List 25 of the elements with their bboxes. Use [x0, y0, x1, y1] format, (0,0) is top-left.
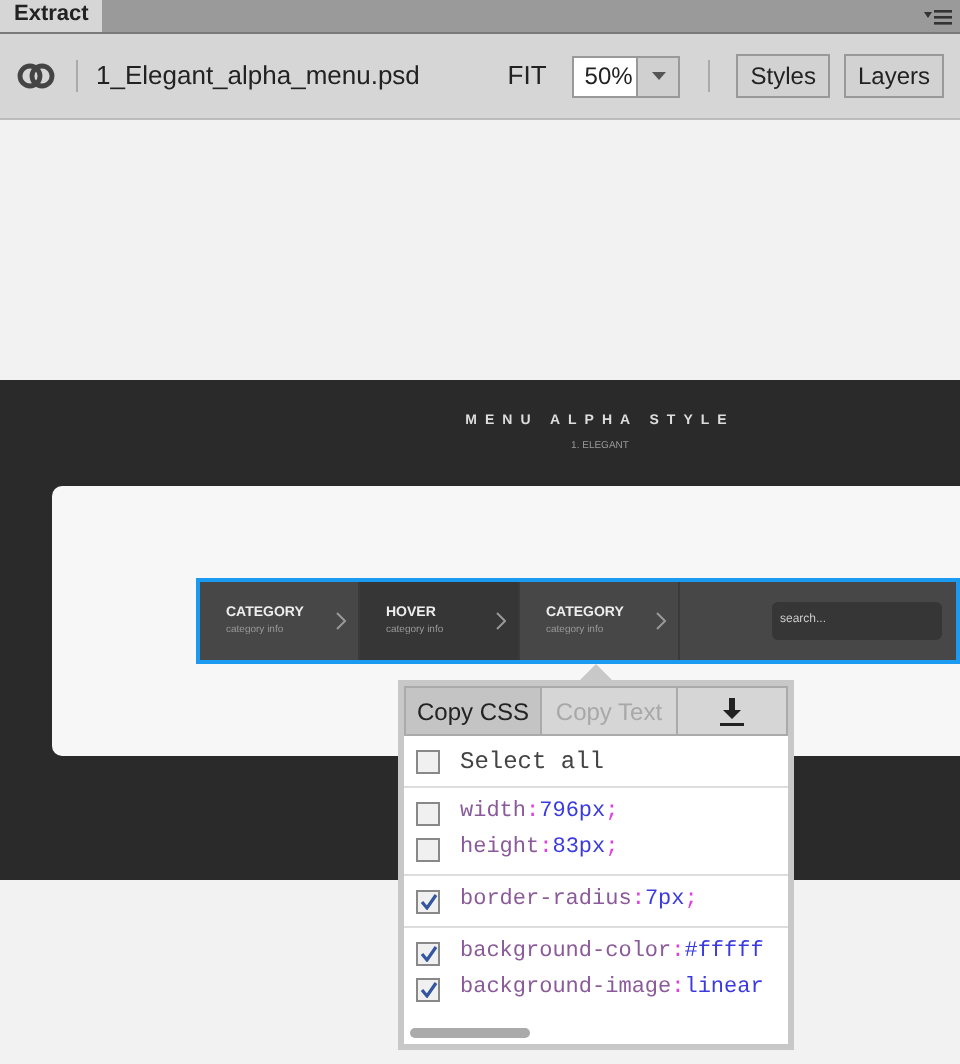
select-all-label: Select all	[460, 745, 605, 779]
chevron-icon	[336, 612, 346, 630]
scrollbar[interactable]	[410, 1028, 530, 1038]
checkbox[interactable]	[416, 889, 440, 913]
checkbox[interactable]	[416, 801, 440, 825]
checkbox[interactable]	[416, 941, 440, 965]
toolbar-button[interactable]: Layers	[843, 54, 944, 98]
chevron-icon	[656, 612, 666, 630]
css-declaration: height:83px;	[460, 834, 619, 865]
css-declaration: border-radius:7px;	[460, 886, 698, 917]
rings-icon[interactable]	[16, 62, 56, 90]
checkbox[interactable]	[416, 749, 440, 773]
fit-label: FIT	[507, 58, 547, 95]
checkbox[interactable]	[416, 977, 440, 1001]
css-declaration: background-image:linear	[460, 974, 764, 1005]
copy-button[interactable]: Copy CSS	[406, 688, 542, 734]
download-icon	[720, 697, 744, 725]
chevron-icon	[496, 612, 506, 630]
toolbar-button[interactable]: Styles	[736, 54, 830, 98]
panel-menu-icon[interactable]	[924, 8, 952, 26]
file-name: 1_Elegant_alpha_menu.psd	[96, 58, 420, 95]
checkbox[interactable]	[416, 837, 440, 861]
css-declaration: background-color:#fffff	[460, 938, 764, 969]
css-declaration: width:796px;	[460, 798, 619, 829]
panel-tab[interactable]: Extract	[0, 0, 103, 32]
